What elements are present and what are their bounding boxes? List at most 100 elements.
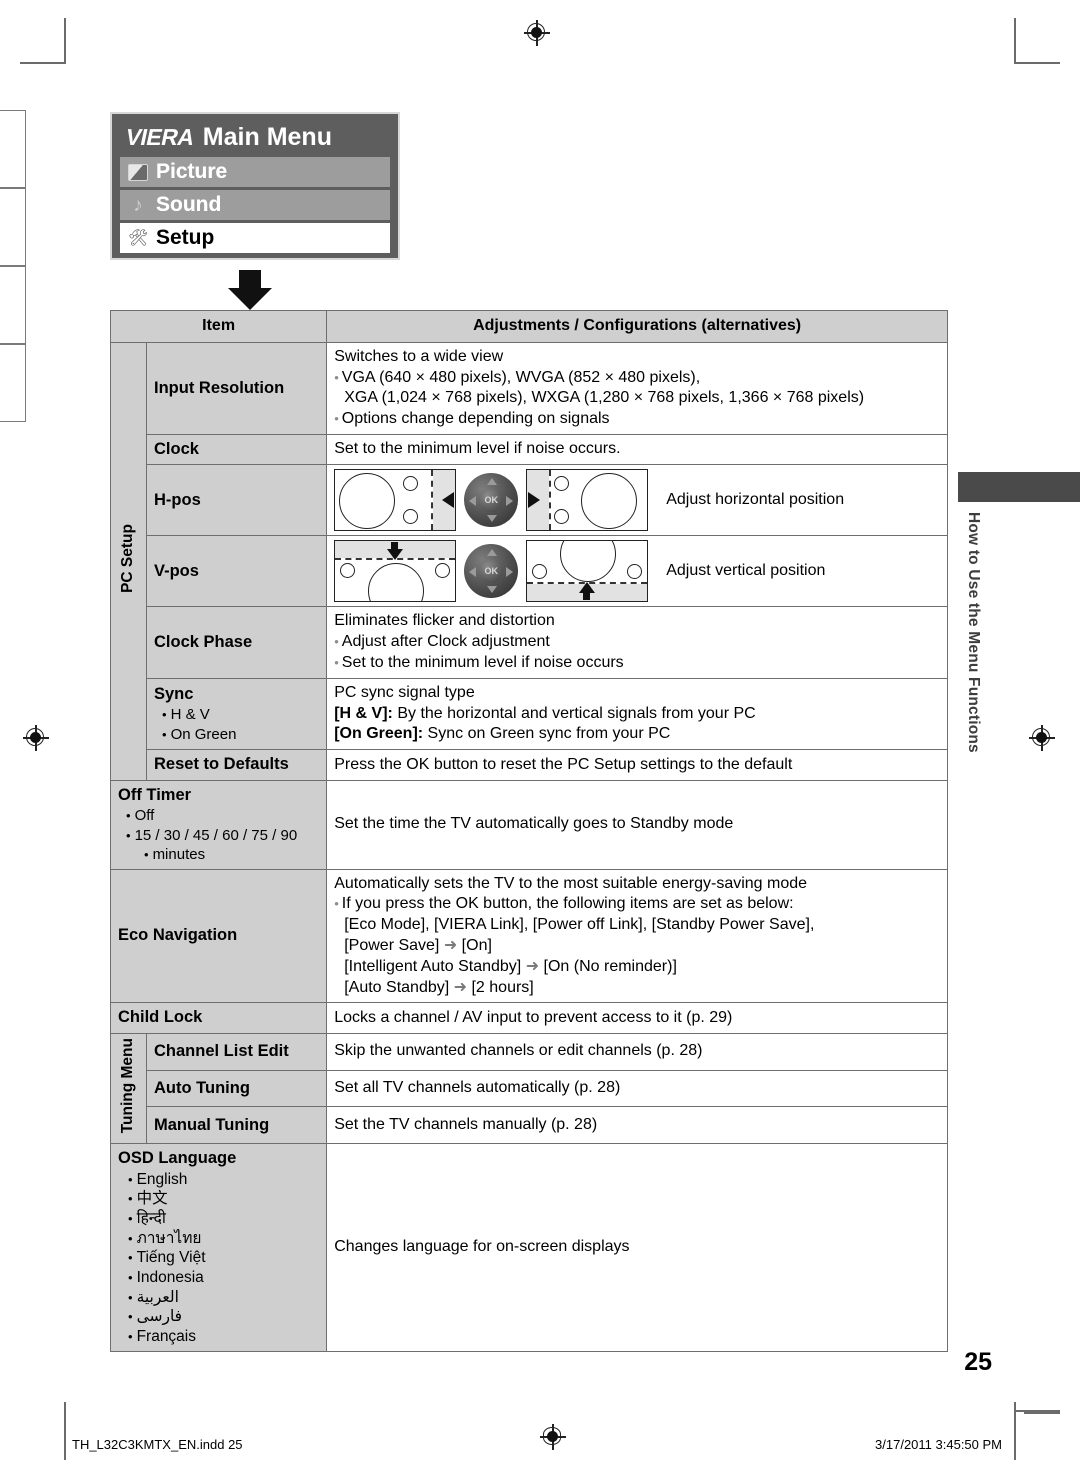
ok-dpad-icon: OK (464, 544, 519, 599)
row-desc-reset-to-defaults: Press the OK button to reset the PC Setu… (326, 749, 948, 781)
row-label-channel-list-edit: Channel List Edit (145, 1032, 328, 1071)
row-label-sync: Sync H & V On Green (145, 677, 328, 751)
menu-item-setup-label: Setup (156, 226, 215, 249)
registration-mark-right (1029, 725, 1055, 751)
thumb-index-tab-3 (0, 266, 26, 344)
row-desc-manual-tuning: Set the TV channels manually (p. 28) (326, 1106, 948, 1145)
group-label-tuning-menu: Tuning Menu (110, 1032, 147, 1145)
row-label-clock-phase: Clock Phase (145, 606, 328, 679)
thumb-index-tab-4 (0, 344, 26, 422)
osd-language-item: English (118, 1170, 319, 1190)
row-desc-h-pos: OK Adjust horizontal position (326, 464, 948, 537)
osd-language-item: ภาษาไทย (118, 1229, 319, 1249)
footer-filename: TH_L32C3KMTX_EN.indd 25 (72, 1437, 243, 1452)
table-header-desc: Adjustments / Configurations (alternativ… (326, 310, 948, 343)
row-label-osd-language: OSD Language English中文हिन्दीภาษาไทยTiếng… (109, 1143, 328, 1352)
picture-icon (128, 163, 148, 181)
group-label-pc-setup: PC Setup (110, 341, 147, 781)
footer-rule (1024, 1412, 1060, 1414)
v-pos-after-panel (526, 540, 649, 603)
table-row-osd-language: OSD Language English中文हिन्दीภาษาไทยTiếng… (109, 1143, 948, 1352)
h-pos-before-panel (334, 469, 457, 532)
page-number: 25 (964, 1348, 992, 1376)
menu-item-sound[interactable]: ♪ Sound (120, 190, 390, 220)
row-desc-input-resolution: Switches to a wide view VGA (640 × 480 p… (326, 341, 948, 435)
h-pos-caption: Adjust horizontal position (666, 491, 845, 509)
v-pos-before-panel (334, 540, 457, 603)
menu-item-picture[interactable]: Picture (120, 157, 390, 187)
thumb-index-tab-1 (0, 110, 26, 188)
table-row-child-lock: Child Lock Locks a channel / AV input to… (109, 1002, 948, 1034)
osd-language-item: Tiếng Việt (118, 1248, 319, 1268)
footer-timestamp: 3/17/2011 3:45:50 PM (875, 1437, 1002, 1452)
registration-mark-top (524, 20, 550, 46)
section-tab-marker (958, 472, 1080, 502)
table-row-channel-list-edit: Tuning Menu Channel List Edit Skip the u… (110, 1032, 948, 1145)
osd-language-item: 中文 (118, 1189, 319, 1209)
table-row-auto-tuning: Auto Tuning Set all TV channels automati… (111, 1069, 948, 1108)
row-label-v-pos: V-pos (145, 535, 328, 608)
viera-menu-title: Main Menu (202, 122, 332, 151)
row-label-eco-navigation: Eco Navigation (109, 868, 328, 1004)
table-row-eco-navigation: Eco Navigation Automatically sets the TV… (109, 868, 948, 1004)
row-desc-channel-list-edit: Skip the unwanted channels or edit chann… (326, 1032, 948, 1071)
row-label-input-resolution: Input Resolution (145, 341, 328, 435)
h-pos-figure: OK Adjust horizontal position (334, 469, 940, 532)
osd-language-item: فارسى (118, 1307, 319, 1327)
sound-note-icon: ♪ (133, 194, 143, 216)
crop-mark-top-left-horizontal (20, 62, 66, 64)
row-label-manual-tuning: Manual Tuning (145, 1106, 328, 1145)
table-row-clock: Clock Set to the minimum level if noise … (111, 433, 948, 466)
table-row-input-resolution: PC Setup Input Resolution Switches to a … (110, 341, 948, 781)
row-label-off-timer: Off Timer Off 15 / 30 / 45 / 60 / 75 / 9… (109, 779, 328, 870)
row-desc-v-pos: OK Adjust vertical position (326, 535, 948, 608)
row-desc-eco-navigation: Automatically sets the TV to the most su… (326, 868, 948, 1004)
row-label-reset-to-defaults: Reset to Defaults (145, 749, 328, 781)
row-label-clock: Clock (145, 433, 328, 466)
page-edge-right (1014, 1402, 1016, 1460)
menu-item-sound-label: Sound (156, 193, 222, 216)
osd-language-item: Indonesia (118, 1268, 319, 1288)
row-label-h-pos: H-pos (145, 464, 328, 537)
table-header-row: Item Adjustments / Configurations (alter… (109, 310, 948, 343)
table-row-clock-phase: Clock Phase Eliminates flicker and disto… (111, 606, 948, 679)
table-row-off-timer: Off Timer Off 15 / 30 / 45 / 60 / 75 / 9… (109, 779, 948, 870)
row-desc-sync: PC sync signal type [H & V]: By the hori… (326, 677, 948, 751)
v-pos-figure: OK Adjust vertical position (334, 540, 940, 603)
row-desc-osd-language: Changes language for on-screen displays (326, 1143, 948, 1352)
osd-language-item: العربية (118, 1288, 319, 1308)
row-desc-off-timer: Set the time the TV automatically goes t… (326, 779, 948, 870)
osd-language-list: English中文हिन्दीภาษาไทยTiếng ViệtIndonesi… (118, 1170, 319, 1347)
registration-mark-left (23, 725, 49, 751)
menu-item-setup[interactable]: 🛠 Setup (120, 223, 390, 253)
setup-wrench-icon: 🛠 (128, 229, 149, 247)
ok-dpad-icon: OK (464, 473, 519, 528)
v-pos-caption: Adjust vertical position (666, 562, 826, 580)
settings-table: Item Adjustments / Configurations (alter… (109, 310, 948, 1352)
viera-logo: VIERA (123, 123, 197, 150)
table-header-item: Item (109, 310, 328, 343)
row-desc-clock-phase: Eliminates flicker and distortion Adjust… (326, 606, 948, 679)
registration-mark-bottom (540, 1424, 566, 1450)
table-row-manual-tuning: Manual Tuning Set the TV channels manual… (111, 1106, 948, 1145)
table-row-h-pos: H-pos OK Adjust horizontal position (111, 464, 948, 537)
running-head-vertical: How to Use the Menu Functions (965, 512, 982, 753)
thumb-index-tab-2 (0, 188, 26, 266)
table-row-v-pos: V-pos OK Adjust vertical position (111, 535, 948, 608)
row-label-child-lock: Child Lock (109, 1002, 328, 1034)
table-row-reset-to-defaults: Reset to Defaults Press the OK button to… (111, 749, 948, 781)
viera-main-menu-box: VIERA Main Menu Picture ♪ Sound 🛠 Setup (110, 112, 400, 260)
row-desc-child-lock: Locks a channel / AV input to prevent ac… (326, 1002, 948, 1034)
row-label-auto-tuning: Auto Tuning (145, 1069, 328, 1108)
table-row-sync: Sync H & V On Green PC sync signal type … (111, 677, 948, 751)
row-desc-auto-tuning: Set all TV channels automatically (p. 28… (326, 1069, 948, 1108)
osd-language-item: Français (118, 1327, 319, 1347)
crop-mark-top-right-vertical (1014, 18, 1016, 64)
osd-language-item: हिन्दी (118, 1209, 319, 1229)
menu-item-picture-label: Picture (156, 160, 228, 183)
h-pos-after-panel (526, 469, 649, 532)
crop-mark-top-right-horizontal (1014, 62, 1060, 64)
row-desc-clock: Set to the minimum level if noise occurs… (326, 433, 948, 466)
down-arrow-icon (228, 270, 272, 310)
crop-mark-top-left-vertical (64, 18, 66, 64)
